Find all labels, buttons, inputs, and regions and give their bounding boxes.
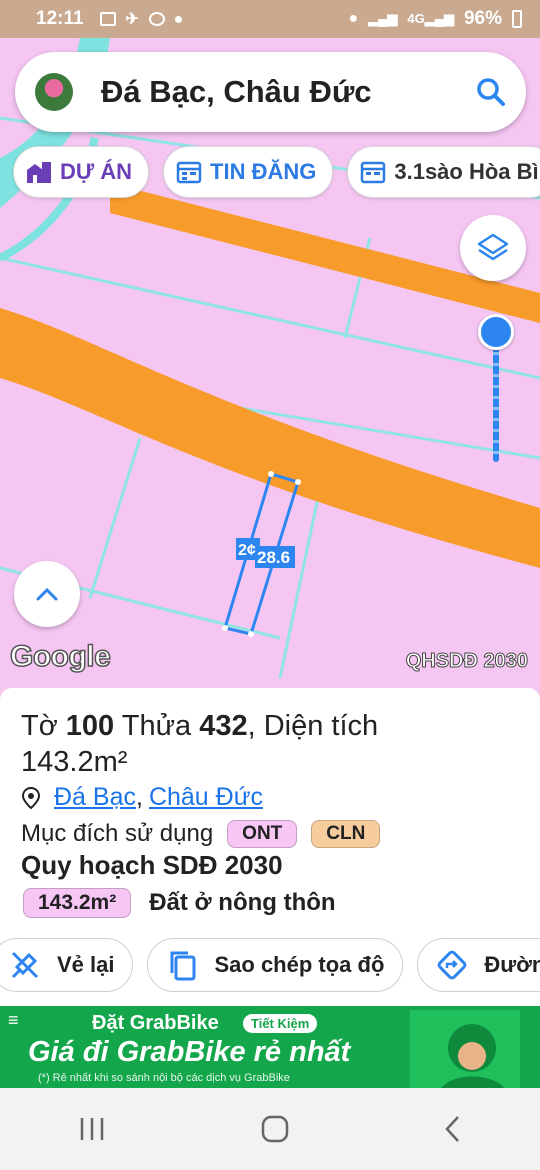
status-bar: 12:11 ✈ ● ▂▄▆ 4G▂▄▆ 96% <box>0 0 540 38</box>
opacity-slider[interactable] <box>478 314 514 462</box>
parcel-edge-label: 28.6 <box>257 548 290 567</box>
airplane-icon: ✈ <box>125 11 139 28</box>
search-bar[interactable]: Đá Bạc, Châu Đức <box>15 52 526 132</box>
slider-handle[interactable] <box>478 314 514 350</box>
chip-listing[interactable]: 3.1sào Hòa Bì <box>347 146 540 198</box>
home-icon[interactable] <box>260 1114 290 1144</box>
ad-banner[interactable]: ≡ Đặt GrabBike Tiết Kiệm Giá đi GrabBike… <box>0 1006 540 1088</box>
map-canvas: 2¢ 28.6 <box>0 38 540 679</box>
plan-area-row: 143.2m² Đất ở nông thôn <box>23 888 336 918</box>
parcel-info-panel: Tờ 100 Thửa 432, Diện tích 143.2m² Đá Bạ… <box>0 688 540 1006</box>
chip-du-an[interactable]: DỰ ÁN <box>13 146 150 198</box>
action-buttons: Vẻ lại Sao chép tọa độ Đườn <box>0 938 540 992</box>
redraw-icon <box>11 951 39 979</box>
parcel-area: 143.2m² <box>21 746 128 778</box>
parcel-prefix: Thửa <box>121 710 192 742</box>
land-use-badge-cln: CLN <box>311 820 381 848</box>
directions-button[interactable]: Đườn <box>417 938 540 992</box>
directions-label: Đườn <box>484 952 540 977</box>
layers-button[interactable] <box>460 215 526 281</box>
slider-track[interactable] <box>493 344 499 462</box>
sheet-number: 100 <box>65 710 115 742</box>
status-notification-icons: ✈ <box>99 9 182 29</box>
ad-disclaimer: (*) Rẻ nhất khi so sánh nội bộ các dịch … <box>38 1072 290 1084</box>
battery-percent: 96% <box>463 8 502 29</box>
search-title: Đá Bạc, Châu Đức <box>101 74 372 109</box>
status-system-icons: ● ▂▄▆ 4G▂▄▆ 96% <box>349 8 522 30</box>
chip-label: DỰ ÁN <box>60 159 133 184</box>
chevron-up-icon <box>36 587 58 601</box>
location-icon: ● <box>348 10 359 27</box>
plan-area-description: Đất ở nông thôn <box>149 889 336 916</box>
chip-tin-dang[interactable]: TIN ĐĂNG <box>163 146 334 198</box>
redraw-label: Vẻ lại <box>57 952 115 977</box>
parcel-address: Đá Bạc, Châu Đức <box>22 783 263 812</box>
copy-coordinates-label: Sao chép tọa độ <box>214 952 385 977</box>
app-icon <box>148 12 165 26</box>
parcel-heading: Tờ 100 Thửa 432, Diện tích 143.2m² <box>21 708 521 780</box>
location-link-district[interactable]: Châu Đức <box>149 783 263 812</box>
gallery-icon <box>99 12 116 26</box>
location-pin-icon <box>22 786 40 809</box>
signal-4g-icon: 4G▂▄▆ <box>407 11 454 26</box>
copy-icon <box>170 951 196 981</box>
more-dot-icon <box>174 15 182 23</box>
battery-icon <box>512 10 522 28</box>
calendar-icon <box>176 161 202 184</box>
directions-icon <box>438 950 467 980</box>
area-prefix: , Diện tích <box>247 710 379 742</box>
building-icon <box>27 162 51 183</box>
location-link-ward[interactable]: Đá Bạc <box>54 783 136 812</box>
map-view[interactable]: 2¢ 28.6 <box>0 38 540 688</box>
calendar-icon <box>361 161 386 184</box>
layers-icon <box>477 233 509 261</box>
recent-apps-icon[interactable] <box>77 1116 107 1142</box>
signal-icon: ▂▄▆ <box>368 11 398 26</box>
redraw-button[interactable]: Vẻ lại <box>0 938 134 992</box>
sheet-prefix: Tờ <box>21 710 58 742</box>
ad-title: Giá đi GrabBike rẻ nhất <box>28 1036 351 1068</box>
expand-button[interactable] <box>14 561 80 627</box>
land-use-row: Mục đích sử dụng ONT CLN <box>21 820 381 848</box>
google-logo: Google <box>9 639 111 674</box>
chip-label: TIN ĐĂNG <box>210 159 317 184</box>
status-time: 12:11 <box>36 8 84 29</box>
filter-chips: DỰ ÁN TIN ĐĂNG 3.1sào Hòa Bì <box>13 146 540 198</box>
ad-tag: Tiết Kiệm <box>243 1014 318 1033</box>
system-nav-bar <box>0 1088 540 1170</box>
land-use-badge-ont: ONT <box>227 820 298 848</box>
avatar[interactable] <box>35 73 73 111</box>
plan-title: Quy hoạch SDĐ 2030 <box>21 850 283 880</box>
ad-headline: Đặt GrabBike <box>92 1012 219 1034</box>
copy-coordinates-button[interactable]: Sao chép tọa độ <box>147 938 404 992</box>
plan-layer-label: QHSDĐ 2030 <box>405 650 528 673</box>
land-use-label: Mục đích sử dụng <box>21 820 214 847</box>
search-icon[interactable] <box>476 77 506 107</box>
plan-area-badge: 143.2m² <box>23 888 132 918</box>
parcel-edge-label-short: 2¢ <box>238 542 256 559</box>
chip-label: 3.1sào Hòa Bì <box>394 159 539 184</box>
parcel-number: 432 <box>199 710 248 742</box>
ad-menu-icon[interactable]: ≡ <box>8 1010 19 1031</box>
ad-person-image <box>410 1010 520 1088</box>
back-icon[interactable] <box>443 1114 463 1144</box>
